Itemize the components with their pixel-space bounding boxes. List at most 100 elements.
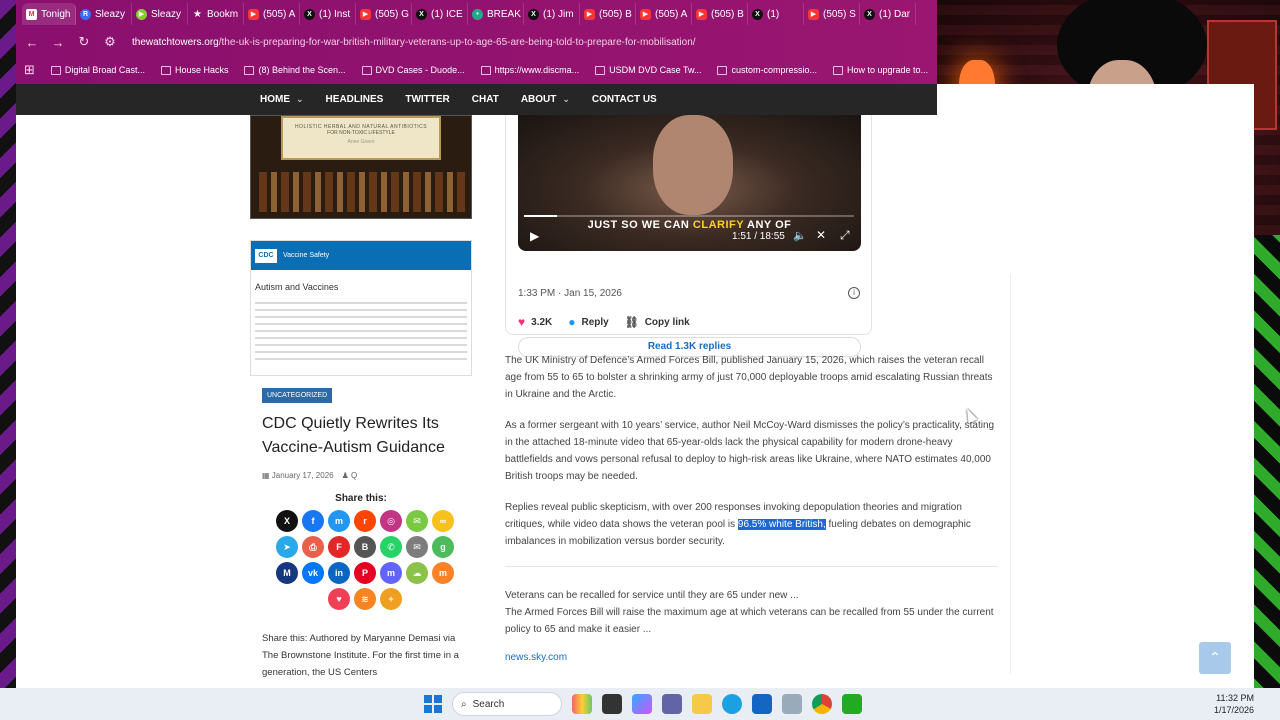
bookmark-item[interactable]: House Hacks [160,65,228,75]
browser-tab[interactable]: ★ Bookm [188,3,244,25]
blogger-share-icon[interactable]: B [354,536,376,558]
copy-link-share-icon[interactable]: ∞ [432,510,454,532]
app-icon[interactable] [782,694,802,714]
reload-icon[interactable]: ↻ [76,34,92,50]
browser-tab[interactable]: X (1) Dar [860,3,916,25]
nav-home[interactable]: HOME ⌄ [260,94,304,105]
r-icon: R [80,8,91,20]
fullscreen-icon[interactable]: ⤢ [840,228,850,243]
linkedin-share-icon[interactable]: in [328,562,350,584]
browser-tab[interactable]: X (1) Inst [300,3,356,25]
bookmark-item[interactable]: DVD Cases - Duode... [361,65,465,75]
browser-tab[interactable]: • BREAK [468,3,524,25]
whatsapp-share-icon[interactable]: ✆ [380,536,402,558]
windows-start-icon[interactable] [424,695,442,713]
browser-tab[interactable]: ▶ (505) G [356,3,412,25]
nav-contact[interactable]: CONTACT US [592,94,657,105]
post-author[interactable]: ♟ Q [342,471,358,480]
nav-twitter[interactable]: TWITTER [405,94,449,105]
reddit-share-icon[interactable]: r [354,510,376,532]
category-badge[interactable]: UNCATEGORIZED [262,388,333,403]
reply-button[interactable]: ● Reply [568,315,608,329]
left-desktop-border [0,0,16,720]
browser-tab[interactable]: M Tonigh [22,3,76,25]
browser-tab[interactable]: X (1) Jim [524,3,580,25]
browser-tab[interactable]: ▶ (505) A [244,3,300,25]
browser-tab[interactable]: R Sleazy [76,3,132,25]
copy-link-button[interactable]: ⛓ Copy link [625,315,690,329]
widgets-icon[interactable] [572,694,592,714]
pocket-share-icon[interactable]: ♥ [328,588,350,610]
bookmark-item[interactable]: (8) Behind the Scen... [244,65,346,75]
close-icon[interactable]: ✕ [816,228,826,242]
search-icon: ⌕ [461,698,467,710]
more-share-icon[interactable]: + [380,588,402,610]
taskbar: ⌕ Search 11:32 PM 1/17/2026 [0,688,1280,720]
app-icon-2[interactable] [842,694,862,714]
mix-share-icon[interactable]: m [432,562,454,584]
post-author-text: Q [351,471,358,480]
browser-tab[interactable]: ▶ Sleazy [132,3,188,25]
rss-share-icon[interactable]: ≋ [354,588,376,610]
url-field[interactable]: thewatchtowers.org/the-uk-is-preparing-f… [132,37,696,48]
store-icon[interactable] [752,694,772,714]
bookmark-item[interactable]: custom-compressio... [717,65,817,75]
site-info-icon[interactable]: ⚙ [102,34,118,50]
tweet-timestamp[interactable]: 1:33 PM · Jan 15, 2026 [518,288,622,299]
browser-tab[interactable]: ▶ (505) B [580,3,636,25]
book-cover-image[interactable]: HOLISTIC HERBAL AND NATURAL ANTIBIOTICS … [250,115,472,219]
back-icon[interactable]: ← [24,35,40,50]
post-date[interactable]: ▦ January 17, 2026 [262,471,334,480]
source-link[interactable]: news.sky.com [505,652,567,663]
messenger-share-icon[interactable]: m [328,510,350,532]
play-icon[interactable]: ▶ [530,229,539,243]
bookmark-item[interactable]: Digital Broad Cast... [50,65,145,75]
mewe-share-icon[interactable]: M [276,562,298,584]
bookmark-item[interactable]: How to upgrade to... [833,65,928,75]
link-preview[interactable]: Veterans can be recalled for service unt… [505,587,995,638]
video-progress-bar[interactable] [524,215,854,217]
mastodon-share-icon[interactable]: m [380,562,402,584]
edge-icon[interactable] [722,694,742,714]
browser-tab[interactable]: ▶ (505) A [636,3,692,25]
vk-share-icon[interactable]: vk [302,562,324,584]
cdc-post-thumbnail[interactable]: CDC Vaccine Safety Autism and Vaccines [250,240,472,376]
telegram-share-icon[interactable]: ➤ [276,536,298,558]
browser-tab[interactable]: X (1) ICE [412,3,468,25]
tweet-video[interactable]: JUST SO WE CAN CLARIFY ANY OF ▶ 1:51 / 1… [518,115,861,251]
forward-icon[interactable]: → [50,35,66,50]
browser-tab[interactable]: ▶ (505) B [692,3,748,25]
scroll-to-top-button[interactable]: ⌃ [1199,642,1231,674]
chrome-icon[interactable] [812,694,832,714]
nav-headlines[interactable]: HEADLINES [326,94,384,105]
print-share-icon[interactable]: ⎙ [302,536,324,558]
flipboard-share-icon[interactable]: F [328,536,350,558]
tab-strip: M Tonigh R Sleazy ▶ Sleazy ★ Bookm ▶ (505) A X (1) … [16,0,937,28]
pinterest-share-icon[interactable]: P [354,562,376,584]
x-share-icon[interactable]: X [276,510,298,532]
post-title[interactable]: CDC Quietly Rewrites Its Vaccine-Autism … [262,412,472,460]
copilot-icon[interactable] [632,694,652,714]
apps-grid-icon[interactable]: ⊞ [24,62,35,78]
email-share-icon[interactable]: ✉ [406,536,428,558]
volume-icon[interactable]: 🔈 [793,229,807,242]
taskbar-search[interactable]: ⌕ Search [452,692,562,716]
taskbar-clock[interactable]: 11:32 PM 1/17/2026 [1214,692,1254,716]
message-share-icon[interactable]: ☁ [406,562,428,584]
task-view-icon[interactable] [602,694,622,714]
browser-tab[interactable]: ▶ (505) S [804,3,860,25]
nav-chat[interactable]: CHAT [472,94,499,105]
info-icon[interactable]: i [848,287,860,299]
bookmark-label: custom-compressio... [731,65,818,75]
teams-icon[interactable] [662,694,682,714]
nav-about[interactable]: ABOUT ⌄ [521,94,570,105]
instagram-share-icon[interactable]: ◎ [380,510,402,532]
bookmark-item[interactable]: https://www.discma... [480,65,579,75]
facebook-share-icon[interactable]: f [302,510,324,532]
sms-share-icon[interactable]: ✉ [406,510,428,532]
bookmark-item[interactable]: USDM DVD Case Tw... [595,65,701,75]
browser-tab[interactable]: X (1) [748,3,804,25]
like-button[interactable]: ♥ 3.2K [518,315,552,329]
gab-share-icon[interactable]: g [432,536,454,558]
file-explorer-icon[interactable] [692,694,712,714]
